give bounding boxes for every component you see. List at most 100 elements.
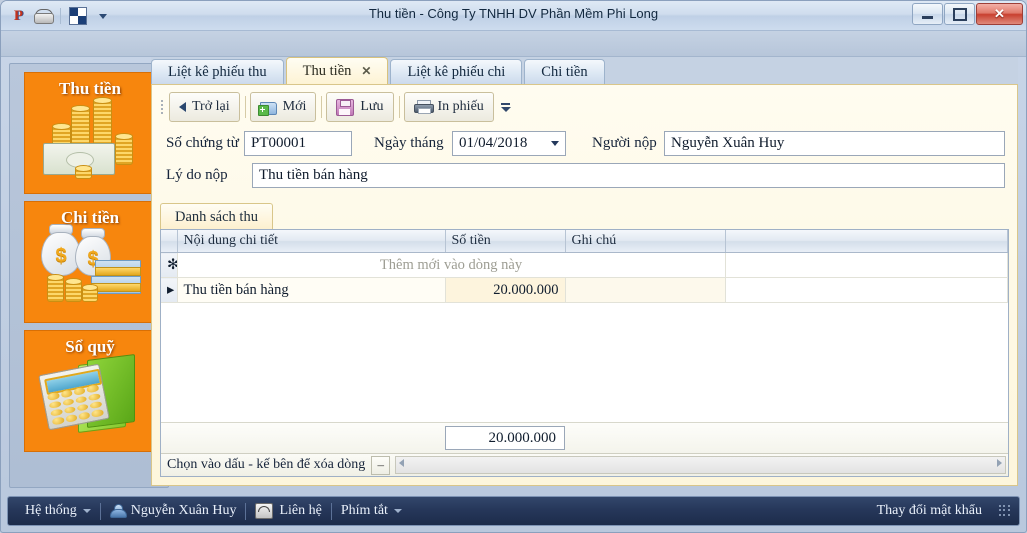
grid-empty-space xyxy=(161,303,1008,422)
date-input[interactable]: 01/04/2018 xyxy=(452,130,566,156)
print-button[interactable]: In phiếu xyxy=(403,92,494,122)
status-system-menu[interactable]: Hệ thống xyxy=(16,500,100,522)
tab-label: Liệt kê phiếu chi xyxy=(407,63,506,80)
table-header-row: Nội dung chi tiết Số tiền Ghi chú xyxy=(161,230,1008,253)
tab-liet-ke-phieu-thu[interactable]: Liệt kê phiếu thu xyxy=(151,59,284,84)
detail-table: Nội dung chi tiết Số tiền Ghi chú ✻ Thêm… xyxy=(161,230,1008,303)
sidebar-item-so-quy[interactable]: Sổ quỹ xyxy=(24,330,156,452)
scroll-left-icon[interactable] xyxy=(399,459,405,467)
status-user-label: Nguyễn Xuân Huy xyxy=(130,503,237,518)
tab-bar: Liệt kê phiếu thu Thu tiền ✕ Liệt kê phi… xyxy=(151,57,1018,84)
grid-tab-label: Danh sách thu xyxy=(175,209,258,225)
status-bar: Hệ thống Nguyễn Xuân Huy Liên hệ Phím tắ… xyxy=(7,496,1020,526)
chevron-down-icon[interactable] xyxy=(551,141,559,146)
scroll-right-icon[interactable] xyxy=(997,459,1002,467)
new-document-icon xyxy=(257,100,277,116)
grid-total-row: 20.000.000 xyxy=(161,422,1008,453)
current-row-marker: ▸ xyxy=(161,277,178,303)
grid-hint-text: Chọn vào dấu - kế bên để xóa dòng xyxy=(167,457,366,472)
reason-label: Lý do nộp xyxy=(166,166,228,183)
status-contact-label: Liên hệ xyxy=(279,503,322,518)
close-button[interactable]: ✕ xyxy=(976,3,1023,25)
printer-icon xyxy=(413,100,434,114)
status-shortcut-label: Phím tắt xyxy=(340,503,388,518)
change-password-label: Thay đổi mật khẩu xyxy=(876,503,982,518)
tab-liet-ke-phieu-chi[interactable]: Liệt kê phiếu chi xyxy=(390,59,523,84)
status-right-group: Thay đổi mật khẩu xyxy=(868,500,1011,522)
new-row[interactable]: ✻ Thêm mới vào dòng này xyxy=(161,252,1008,278)
tab-label: Chi tiền xyxy=(541,63,588,80)
reason-input[interactable]: Thu tiền bán hàng xyxy=(252,162,1005,188)
tab-label: Thu tiền xyxy=(302,62,352,79)
change-password-button[interactable]: Thay đổi mật khẩu xyxy=(868,500,991,522)
back-button[interactable]: Trở lại xyxy=(169,92,240,122)
total-amount: 20.000.000 xyxy=(445,426,565,450)
save-icon xyxy=(336,98,355,116)
status-user[interactable]: Nguyễn Xuân Huy xyxy=(101,500,246,522)
detail-grid-area: Danh sách thu Nội dung chi tiết Số tiền … xyxy=(160,203,1009,477)
table-row[interactable]: ▸ Thu tiền bán hàng 20.000.000 xyxy=(161,277,1008,303)
date-label: Ngày tháng xyxy=(374,134,444,151)
sidebar-item-label: Thu tiền xyxy=(59,79,121,98)
cell-so-tien[interactable]: 20.000.000 xyxy=(445,277,566,303)
new-button[interactable]: Mới xyxy=(249,92,317,122)
maximize-button[interactable] xyxy=(944,3,975,25)
toolbar-overflow-icon[interactable] xyxy=(500,102,511,112)
row-header-column xyxy=(161,230,178,253)
sidebar-item-label: Chi tiền xyxy=(60,208,120,227)
new-row-placeholder[interactable]: Thêm mới vào dòng này xyxy=(177,252,726,278)
cell-ghi-chu[interactable] xyxy=(565,277,726,303)
status-contact[interactable]: Liên hệ xyxy=(246,500,330,522)
form-panel: Trở lại Mới Lưu In phiếu Số chứng từ PT0… xyxy=(151,84,1018,486)
payer-input[interactable]: Nguyễn Xuân Huy xyxy=(664,130,1005,156)
voucher-no-input[interactable]: PT00001 xyxy=(244,130,352,156)
back-arrow-icon xyxy=(179,102,186,112)
tab-chi-tien[interactable]: Chi tiền xyxy=(524,59,605,84)
delete-row-button[interactable]: – xyxy=(371,455,391,475)
user-icon xyxy=(109,504,127,518)
application-window: P Thu tiền - Công Ty TNHH DV Phần Mềm Ph… xyxy=(0,0,1027,533)
date-combo[interactable]: 01/04/2018 xyxy=(452,130,566,156)
tab-label: Liệt kê phiếu thu xyxy=(168,63,267,80)
horizontal-scrollbar[interactable] xyxy=(395,456,1006,474)
new-row-marker: ✻ xyxy=(161,252,178,278)
form-toolbar: Trở lại Mới Lưu In phiếu xyxy=(158,91,511,123)
chevron-down-icon xyxy=(82,509,91,513)
save-button[interactable]: Lưu xyxy=(326,92,394,122)
new-button-label: Mới xyxy=(282,99,307,114)
toolbar-divider xyxy=(321,96,323,118)
close-tab-icon[interactable]: ✕ xyxy=(361,58,371,85)
grid-status-bar: Chọn vào dấu - kế bên để xóa dòng – xyxy=(161,453,1008,476)
toolbar-grip[interactable] xyxy=(158,96,165,118)
collapse-ribbon-icon[interactable] xyxy=(1000,35,1018,51)
payer-label: Người nộp xyxy=(592,134,657,151)
row-filler-cell xyxy=(725,252,1008,278)
column-header-filler xyxy=(725,230,1008,253)
sidebar-item-chi-tien[interactable]: $ $ Chi tiền xyxy=(24,201,156,323)
resize-grip-icon[interactable] xyxy=(999,505,1011,517)
column-header-noi-dung[interactable]: Nội dung chi tiết xyxy=(177,230,446,253)
phone-icon xyxy=(255,503,274,519)
ribbon-strip xyxy=(1,31,1026,57)
status-shortcut-menu[interactable]: Phím tắt xyxy=(332,500,411,522)
tab-thu-tien[interactable]: Thu tiền ✕ xyxy=(285,57,389,85)
window-title: Thu tiền - Công Ty TNHH DV Phần Mềm Phi … xyxy=(368,6,659,21)
print-button-label: In phiếu xyxy=(437,99,484,114)
cell-noi-dung[interactable]: Thu tiền bán hàng xyxy=(177,277,446,303)
column-header-ghi-chu[interactable]: Ghi chú xyxy=(565,230,726,253)
row-filler-cell xyxy=(725,277,1008,303)
chevron-down-icon xyxy=(393,509,402,513)
sidebar-item-label: Sổ quỹ xyxy=(65,337,115,356)
minimize-button[interactable] xyxy=(912,3,943,25)
title-bar: P Thu tiền - Công Ty TNHH DV Phần Mềm Ph… xyxy=(1,1,1026,31)
voucher-no-label: Số chứng từ xyxy=(166,134,239,151)
detail-grid: Nội dung chi tiết Số tiền Ghi chú ✻ Thêm… xyxy=(160,229,1009,477)
toolbar-divider xyxy=(244,96,246,118)
back-button-label: Trở lại xyxy=(192,99,230,114)
grid-tab-bar: Danh sách thu xyxy=(160,203,1009,229)
sidebar: Thu tiền $ $ Chi tiền Sổ quỹ xyxy=(9,63,169,488)
sidebar-item-thu-tien[interactable]: Thu tiền xyxy=(24,72,156,194)
column-header-so-tien[interactable]: Số tiền xyxy=(445,230,566,253)
tab-danh-sach-thu[interactable]: Danh sách thu xyxy=(160,203,273,229)
window-controls: ✕ xyxy=(912,3,1023,25)
